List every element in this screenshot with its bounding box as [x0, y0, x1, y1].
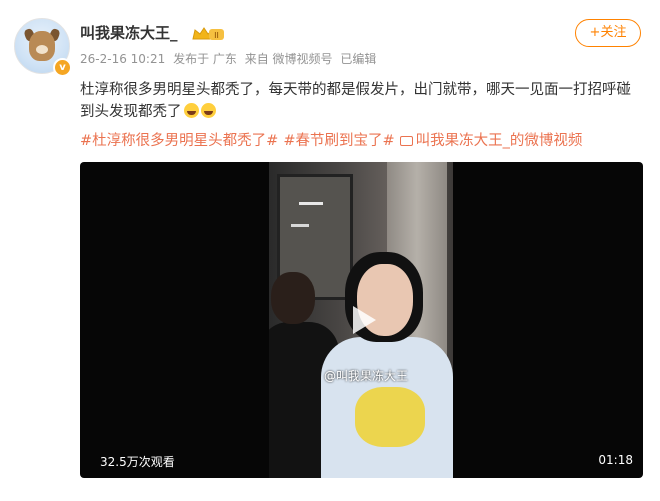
level-crown-badge-icon: II: [192, 27, 224, 40]
post-date[interactable]: 26-2-16 10:21: [80, 52, 165, 66]
play-icon[interactable]: [344, 302, 380, 338]
avatar-dog-snout: [36, 45, 48, 54]
view-count: 32.5万次观看: [100, 455, 175, 469]
post-location: 发布于 广东: [173, 52, 237, 66]
video-watermark: @叫我果冻大王: [324, 369, 409, 383]
video-player[interactable]: @叫我果冻大王 32.5万次观看 01:18: [80, 162, 643, 478]
crying-laughing-icon: [200, 103, 216, 118]
crying-laughing-icon: [183, 103, 199, 118]
topic-link[interactable]: #春节刷到宝了#: [283, 133, 394, 149]
ceiling-light: [299, 202, 323, 205]
video-link[interactable]: 叫我果冻大王_的微博视频: [399, 133, 583, 149]
ceiling-light: [291, 224, 309, 227]
person-man-head: [271, 272, 315, 324]
video-link-label: 叫我果冻大王_的微博视频: [415, 133, 583, 149]
post-source: 来自 微博视频号: [244, 52, 333, 66]
post-text: 杜淳称很多男明星头都秃了，每天带的都是假发片，出门就带，哪天一见面一打招呼碰到头…: [80, 79, 645, 123]
shirt-print: [355, 387, 425, 447]
video-duration: 01:18: [598, 453, 633, 467]
username[interactable]: 叫我果冻大王_: [80, 22, 178, 43]
video-camera-icon: [399, 136, 413, 146]
post-text-content: 杜淳称很多男明星头都秃了，每天带的都是假发片，出门就带，哪天一见面一打招呼碰到头…: [80, 82, 631, 120]
topic-list: #杜淳称很多男明星头都秃了# #春节刷到宝了# 叫我果冻大王_的微博视频: [80, 130, 650, 152]
topic-link[interactable]: #杜淳称很多男明星头都秃了#: [80, 133, 278, 149]
level-badge-text: II: [214, 31, 219, 40]
verified-badge-icon: v: [53, 58, 72, 77]
post-edited[interactable]: 已编辑: [340, 52, 376, 66]
follow-button[interactable]: +关注: [575, 19, 641, 47]
post-meta: 26-2-16 10:21 发布于 广东 来自 微博视频号 已编辑: [80, 50, 380, 67]
